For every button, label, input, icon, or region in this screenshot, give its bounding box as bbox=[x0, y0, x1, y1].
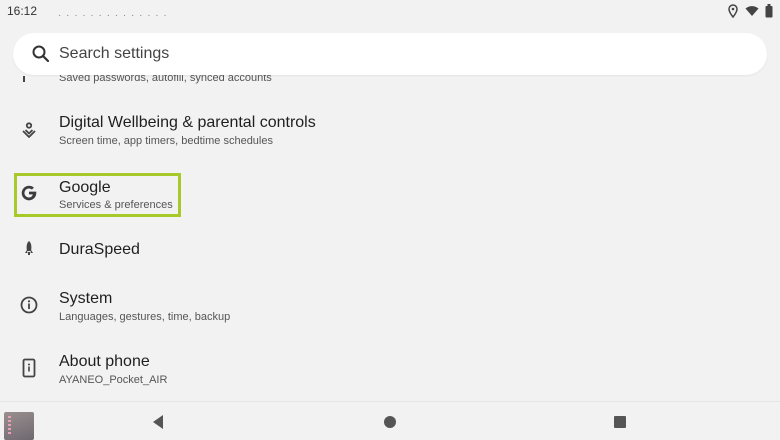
back-icon[interactable] bbox=[149, 412, 169, 432]
settings-item-digital-wellbeing[interactable]: Digital Wellbeing & parental controls Sc… bbox=[0, 104, 780, 160]
info-icon bbox=[19, 295, 39, 315]
wifi-icon bbox=[745, 5, 759, 17]
status-icons bbox=[727, 4, 773, 18]
settings-item-system[interactable]: System Languages, gestures, time, backup bbox=[0, 280, 780, 336]
selection-highlight bbox=[14, 173, 181, 217]
battery-icon bbox=[765, 4, 773, 18]
settings-item-title: System bbox=[59, 290, 113, 307]
settings-item-title: DuraSpeed bbox=[59, 241, 140, 258]
home-icon[interactable] bbox=[380, 412, 400, 432]
digital-wellbeing-icon bbox=[19, 121, 39, 141]
location-icon bbox=[727, 4, 739, 18]
recent-app-thumbnail[interactable] bbox=[4, 412, 34, 440]
settings-item-duraspeed[interactable]: DuraSpeed bbox=[0, 232, 780, 268]
navigation-bar bbox=[0, 401, 780, 440]
status-time: 16:12 bbox=[7, 4, 38, 18]
status-bar: 16:12 bbox=[0, 0, 780, 22]
settings-item-subtitle: Languages, gestures, time, backup bbox=[59, 311, 231, 323]
settings-item-title: Digital Wellbeing & parental controls bbox=[59, 114, 316, 131]
settings-item-about-phone[interactable]: About phone AYANEO_Pocket_AIR bbox=[0, 343, 780, 399]
search-icon bbox=[31, 44, 51, 64]
settings-item-subtitle: AYANEO_Pocket_AIR bbox=[59, 374, 168, 386]
search-bar[interactable]: Search settings bbox=[13, 33, 767, 75]
settings-item-subtitle: Screen time, app timers, bedtime schedul… bbox=[59, 135, 273, 147]
phone-info-icon bbox=[19, 358, 39, 378]
settings-item-title: About phone bbox=[59, 353, 150, 370]
rocket-icon bbox=[19, 239, 39, 259]
recents-icon[interactable] bbox=[610, 412, 630, 432]
search-placeholder: Search settings bbox=[59, 45, 170, 62]
